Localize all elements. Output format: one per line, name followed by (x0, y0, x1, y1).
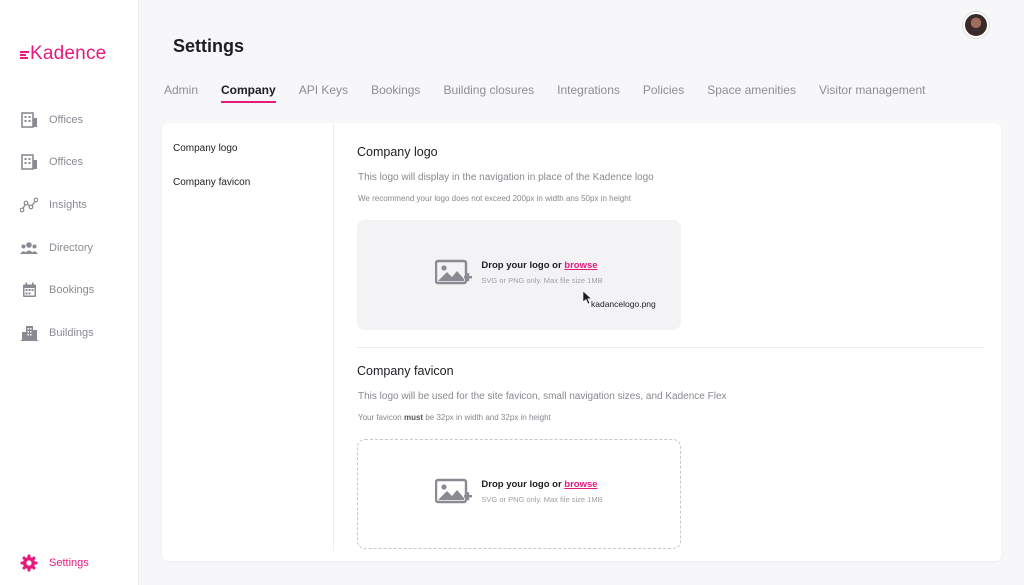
logo-file-hint: SVG or PNG only. Max file size 1MB (481, 276, 603, 285)
section-divider (357, 347, 985, 348)
sidebar-item-label: Bookings (49, 284, 95, 296)
tab-space-amenities[interactable]: Space amenities (707, 83, 796, 103)
tab-building-closures[interactable]: Building closures (443, 83, 534, 103)
offices-icon (20, 111, 38, 129)
section-subnav: Company logo Company favicon (162, 123, 334, 551)
user-avatar[interactable] (963, 12, 989, 38)
image-upload-icon (435, 259, 473, 284)
sidebar-item-label: Buildings (49, 327, 94, 339)
settings-card: Company logo Company favicon Company log… (162, 123, 1001, 561)
favicon-browse-link[interactable]: browse (564, 479, 597, 490)
logo-drop-text: Drop your logo or browse (481, 260, 602, 271)
sidebar-item-label: Offices (49, 114, 84, 126)
drop-prefix: Drop your logo or (481, 260, 565, 271)
note-prefix: Your favicon (358, 413, 404, 422)
company-favicon-description: This logo will be used for the site favi… (358, 391, 727, 402)
gear-icon (20, 554, 38, 572)
sidebar-item-bookings[interactable]: Bookings (20, 281, 94, 299)
image-upload-icon (435, 478, 473, 503)
sidebar-item-offices[interactable]: Offices (20, 111, 83, 129)
sidebar-item-label: Directory (49, 242, 94, 254)
sidebar-item-label: Offices (49, 156, 84, 168)
sidebar-item-offices-2[interactable]: Offices (20, 153, 83, 171)
favicon-file-hint: SVG or PNG only. Max file size 1MB (481, 495, 603, 504)
logo-browse-link[interactable]: browse (564, 260, 597, 271)
subnav-company-favicon[interactable]: Company favicon (173, 177, 250, 188)
company-favicon-title: Company favicon (357, 364, 454, 378)
sidebar-item-label: Settings (49, 557, 89, 569)
calendar-icon (20, 281, 38, 299)
drop-prefix: Drop your logo or (481, 479, 565, 490)
directory-icon (20, 239, 38, 257)
company-favicon-note: Your favicon must be 32px in width and 3… (358, 413, 551, 422)
company-logo-note: We recommend your logo does not exceed 2… (358, 194, 631, 203)
note-bold: must (403, 413, 424, 422)
buildings-icon (20, 324, 38, 342)
settings-tabs: Admin Company API Keys Bookings Building… (164, 83, 948, 103)
logo-dropzone[interactable]: Drop your logo or browse SVG or PNG only… (357, 220, 681, 330)
page-title: Settings (173, 36, 245, 56)
tab-visitor-management[interactable]: Visitor management (819, 83, 926, 103)
favicon-dropzone[interactable]: Drop your logo or browse SVG or PNG only… (357, 439, 681, 549)
sidebar-item-settings[interactable]: Settings (20, 554, 89, 572)
sidebar: Kadence Offices Offices Insights Directo… (0, 0, 139, 585)
company-logo-description: This logo will display in the navigation… (358, 172, 654, 183)
sidebar-item-label: Insights (49, 199, 87, 211)
tab-integrations[interactable]: Integrations (557, 83, 620, 103)
subnav-company-logo[interactable]: Company logo (173, 143, 237, 154)
note-suffix: be 32px in width and 32px in height (423, 413, 551, 422)
tab-admin[interactable]: Admin (164, 83, 198, 103)
tab-company[interactable]: Company (221, 83, 276, 103)
company-logo-title: Company logo (357, 145, 438, 159)
tab-bookings[interactable]: Bookings (371, 83, 420, 103)
sidebar-item-buildings[interactable]: Buildings (20, 324, 94, 342)
logo-mark-icon (20, 51, 29, 59)
sidebar-item-directory[interactable]: Directory (20, 239, 93, 257)
tab-policies[interactable]: Policies (643, 83, 684, 103)
dragged-file-name: kadancelogo.png (591, 299, 656, 309)
brand-name: Kadence (30, 43, 107, 64)
tab-api-keys[interactable]: API Keys (299, 83, 348, 103)
sidebar-item-insights[interactable]: Insights (20, 196, 87, 214)
offices-icon (20, 153, 38, 171)
favicon-drop-text: Drop your logo or browse (481, 479, 602, 490)
kadence-logo[interactable]: Kadence (20, 43, 106, 65)
insights-icon (20, 196, 38, 214)
